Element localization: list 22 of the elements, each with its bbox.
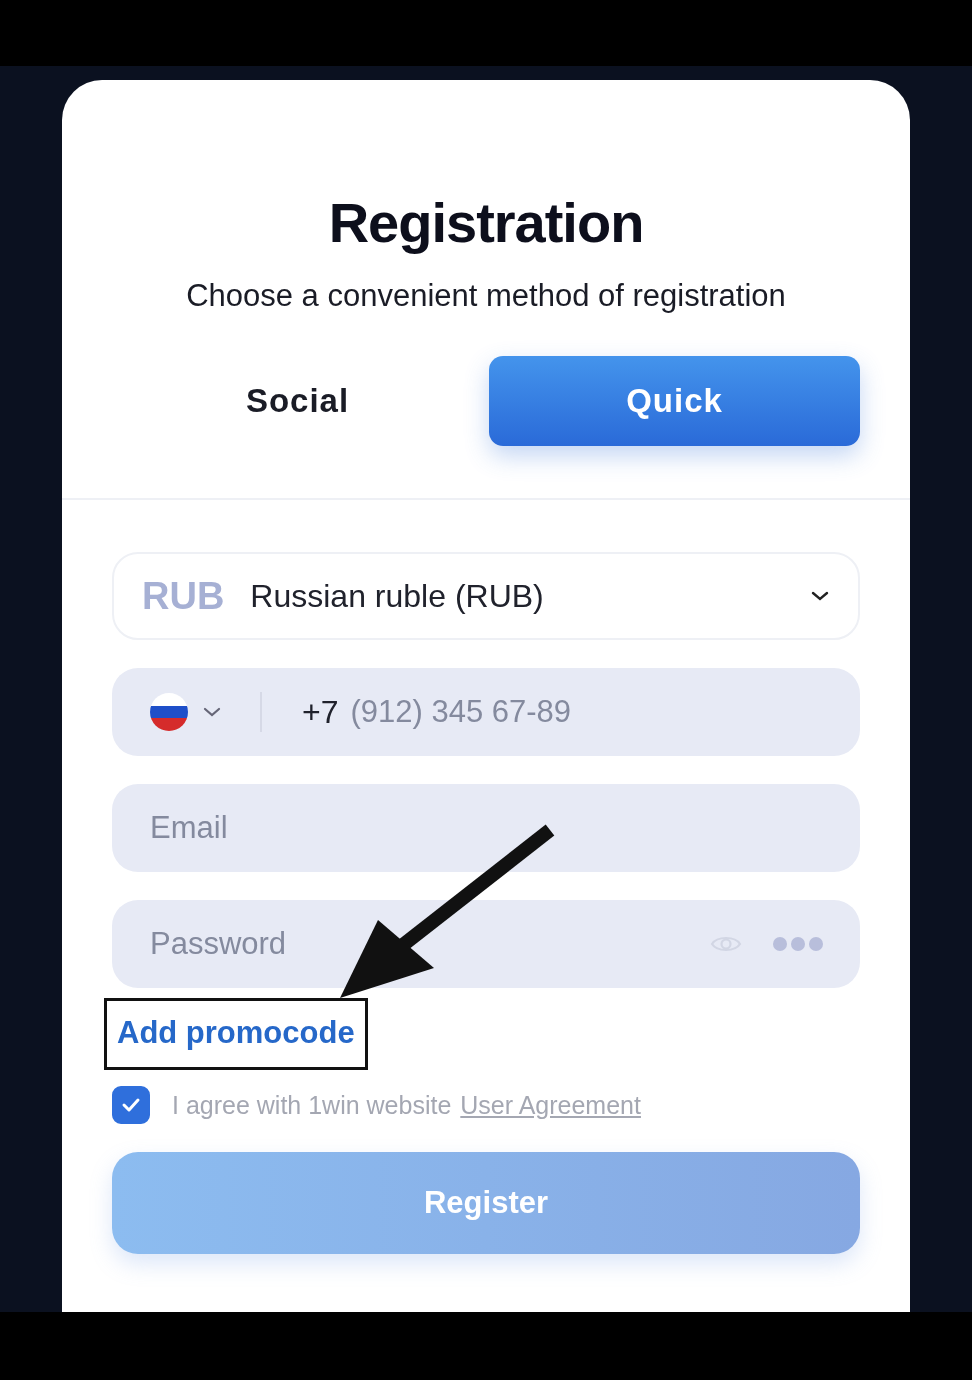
phone-field[interactable]: +7 (912) 345 67-89 [112,668,860,756]
method-tab[interactable]: Quick [489,356,860,446]
email-field[interactable]: Email [112,784,860,872]
password-field[interactable]: Password [112,900,860,988]
dialog-subtitle: Choose a convenient method of registration [185,277,787,315]
flag-icon [150,693,188,731]
phone-input[interactable]: (912) 345 67-89 [348,693,824,731]
add-promocode-link[interactable]: Add promocode [104,998,368,1070]
phone-code: +7 [302,693,339,731]
chevron-icon [202,706,222,718]
chevron-icon [810,590,830,602]
currency-code: RUB [142,574,225,618]
agreement-checkbox[interactable] [112,1086,150,1124]
dots-icon [772,936,824,952]
password-input[interactable]: Password [148,925,710,963]
check-icon [120,1096,142,1114]
dialog-title: Registration [327,190,645,256]
agreement-text: I agree with 1win website [172,1090,452,1120]
currency-name: Russian ruble (RUB) [250,577,545,615]
email-input[interactable]: Email [148,809,824,847]
method-tab[interactable]: Social [112,356,483,446]
currency-select[interactable]: RUB Russian ruble (RUB) [112,552,860,640]
